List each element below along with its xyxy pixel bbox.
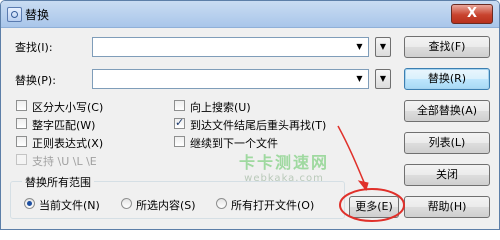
- find-combobox[interactable]: ▼: [92, 37, 369, 57]
- replace-input[interactable]: [96, 71, 349, 87]
- find-button[interactable]: 查找(F): [404, 36, 490, 58]
- find-input[interactable]: [96, 39, 349, 55]
- chevron-down-icon[interactable]: ▼: [351, 38, 368, 56]
- window-title: 替换: [25, 8, 50, 22]
- checkbox-checked[interactable]: [174, 116, 185, 129]
- find-history-button[interactable]: ▼: [375, 37, 391, 57]
- more-button[interactable]: 更多(E): [349, 196, 399, 218]
- replace-history-button[interactable]: ▼: [375, 69, 391, 89]
- find-label: 查找(I):: [15, 41, 53, 54]
- checkbox: [16, 154, 27, 165]
- checkbox[interactable]: [16, 136, 27, 147]
- close-button[interactable]: 关闭: [404, 164, 490, 186]
- chevron-down-icon[interactable]: ▼: [351, 70, 368, 88]
- close-window-button[interactable]: X: [451, 4, 493, 24]
- radio[interactable]: [216, 198, 227, 209]
- replace-combobox[interactable]: ▼: [92, 69, 369, 89]
- checkbox[interactable]: [16, 100, 27, 111]
- checkbox[interactable]: [174, 100, 185, 111]
- title-bar: 替换 X: [1, 1, 499, 28]
- replace-label: 替换(P):: [15, 74, 56, 87]
- replace-all-button[interactable]: 全部替换(A): [404, 100, 490, 122]
- help-button[interactable]: 帮助(H): [404, 196, 490, 218]
- checkbox[interactable]: [16, 118, 27, 129]
- radio[interactable]: [121, 198, 132, 209]
- replace-dialog: 替换 X 查找(I): ▼ ▼ 替换(P): ▼ ▼ 区分大小写(C) 整字匹配…: [0, 0, 500, 230]
- checkbox[interactable]: [174, 136, 185, 147]
- radio-selected[interactable]: [24, 198, 35, 209]
- app-icon: [7, 7, 22, 22]
- watermark: 卡卡测速网 webkaka.com: [234, 149, 334, 184]
- watermark-main: 卡卡测速网: [238, 153, 329, 172]
- replace-button[interactable]: 替换(R): [404, 68, 490, 90]
- scope-group-title: 替换所有范围: [22, 174, 94, 190]
- list-button[interactable]: 列表(L): [404, 132, 490, 154]
